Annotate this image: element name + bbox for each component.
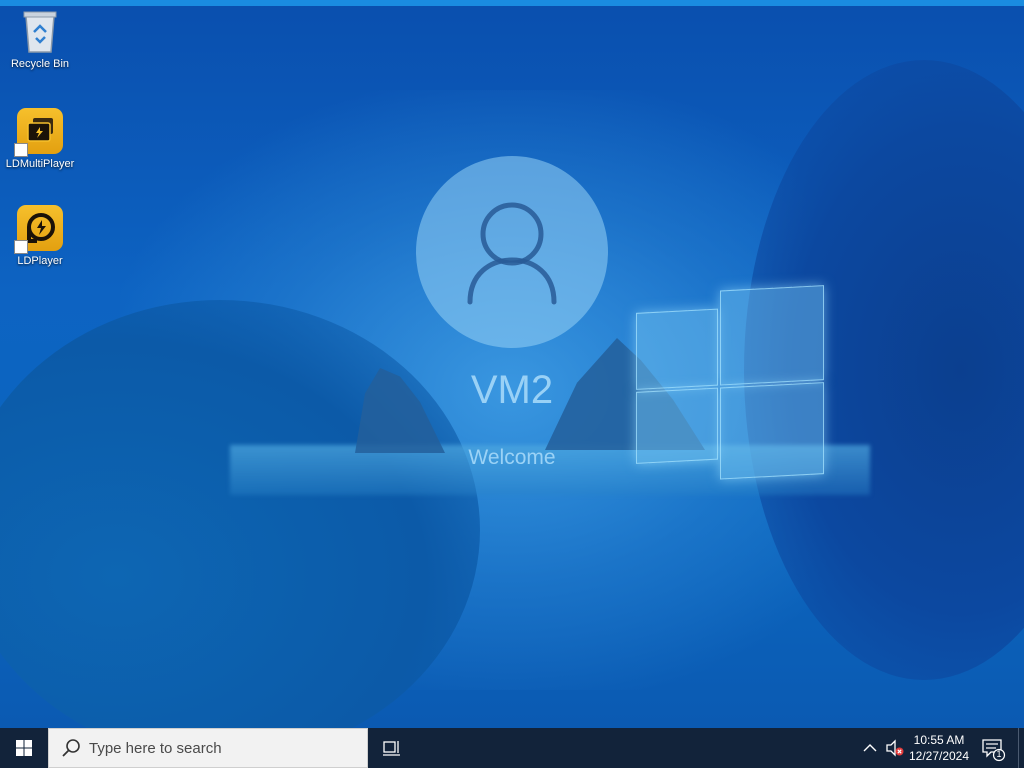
desktop-icon-label: LDPlayer bbox=[17, 255, 63, 267]
windows-logo-pane bbox=[636, 387, 718, 464]
desktop-icon-label: LDMultiPlayer bbox=[5, 158, 75, 170]
shortcut-arrow-icon bbox=[14, 143, 28, 157]
search-icon bbox=[62, 739, 80, 757]
windows-start-icon bbox=[16, 740, 32, 756]
show-desktop-button[interactable] bbox=[1018, 728, 1024, 768]
search-placeholder: Type here to search bbox=[89, 740, 222, 757]
volume-button[interactable] bbox=[884, 736, 906, 760]
username-label: VM2 bbox=[470, 368, 554, 412]
notification-count-badge: 1 bbox=[996, 749, 1002, 759]
desktop-icon-recycle-bin[interactable]: Recycle Bin bbox=[0, 8, 80, 70]
user-avatar-icon bbox=[416, 156, 608, 348]
desktop-icon-ldplayer[interactable]: LDPlayer bbox=[0, 205, 80, 267]
windows-logo-pane bbox=[720, 285, 824, 386]
shortcut-arrow-icon bbox=[14, 240, 28, 254]
windows-logo-pane bbox=[636, 308, 718, 390]
taskbar: Type here to search 10:55 AM 12/27/2024 bbox=[0, 728, 1024, 768]
ldmultiplayer-icon bbox=[14, 108, 63, 157]
taskbar-search-box[interactable]: Type here to search bbox=[48, 728, 368, 768]
action-center-button[interactable]: 1 bbox=[978, 736, 1008, 762]
clock-time: 10:55 AM bbox=[913, 733, 965, 747]
windows-logo-pane bbox=[720, 382, 824, 480]
task-view-icon bbox=[383, 741, 400, 756]
task-view-button[interactable] bbox=[378, 736, 406, 760]
clock-date: 12/27/2024 bbox=[908, 749, 970, 763]
recycle-bin-icon bbox=[20, 8, 60, 54]
show-hidden-icons-icon bbox=[863, 744, 877, 752]
wallpaper-top-edge bbox=[0, 0, 1024, 6]
desktop-wallpaper bbox=[0, 0, 1024, 728]
notification-center-icon bbox=[982, 739, 1006, 762]
taskbar-clock[interactable]: 10:55 AM 12/27/2024 bbox=[906, 732, 972, 764]
desktop-icon-label: Recycle Bin bbox=[10, 58, 70, 70]
desktop-icon-ldmultiplayer[interactable]: LDMultiPlayer bbox=[0, 108, 80, 170]
volume-muted-icon bbox=[886, 739, 904, 757]
welcome-status-text: Welcome bbox=[468, 446, 556, 469]
start-button[interactable] bbox=[0, 728, 48, 768]
show-hidden-icons-button[interactable] bbox=[862, 738, 878, 758]
ldplayer-icon bbox=[14, 205, 63, 254]
windows-logo-graphic bbox=[636, 285, 824, 485]
